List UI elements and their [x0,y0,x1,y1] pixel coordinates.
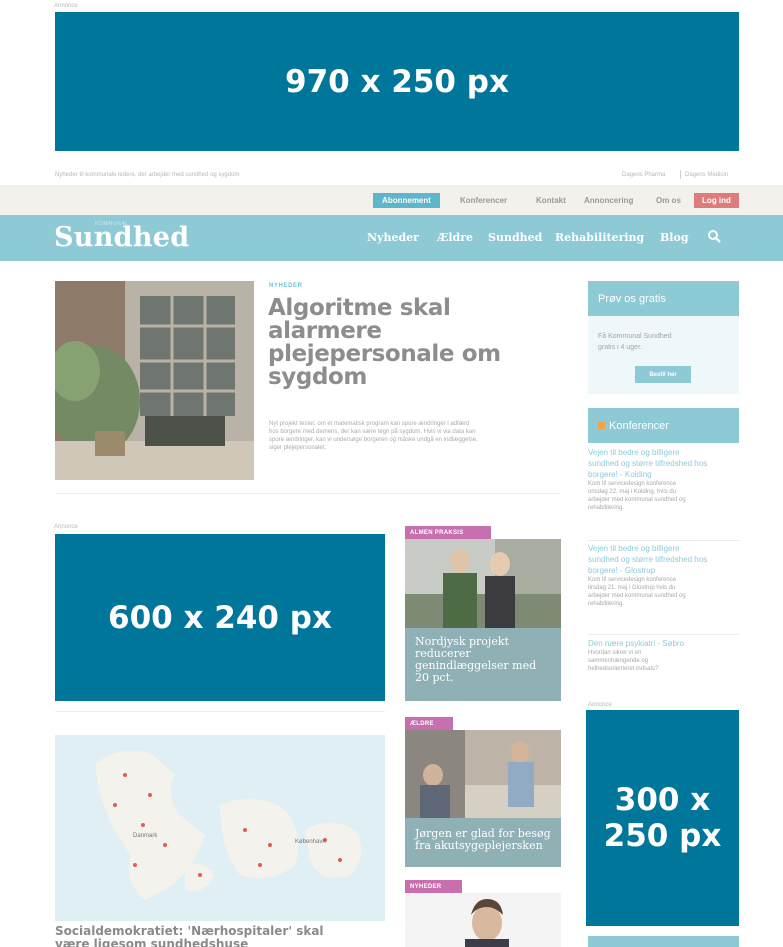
conference-desc-line: arbejder med kommunal sundhed og [588,497,686,503]
nav-news[interactable]: Nyheder [367,231,419,244]
conference-title-line: borgere! - Glostrup [588,566,656,575]
card-tag[interactable]: ÆLDRE [405,717,453,730]
ad-label: Annonce [54,3,78,9]
conference-desc-line: tirsdag 21. maj i Glostrup hvis du [588,585,676,591]
card-caption-line: fra akutsygeplejersken [415,839,543,852]
conference-title-line: borgere! - Kolding [588,470,652,479]
conference-item[interactable]: Den nære psykiatri - Søbro Hvordan sikre… [588,638,743,673]
mid-banner-size: 600 x 240 px [108,599,332,636]
nav-elderly[interactable]: Ældre [437,231,473,244]
trial-text-line: Få Kommunal Sundhed [598,333,672,340]
hero-summary-line: siger plejepersonalet. [269,445,327,451]
card-image-aeldre[interactable] [405,730,561,818]
map-story-title[interactable]: Socialdemokratiet: 'Nærhospitaler' skal … [55,925,385,947]
top-menu-conferences[interactable]: Konferencer [455,193,512,208]
login-button[interactable]: Log ind [694,193,739,208]
conferences-box-title: Konferencer [588,408,739,443]
map-label-copenhagen: København [295,839,326,845]
hero-title-line: alarmere [268,318,382,344]
order-trial-button[interactable]: Bestil her [635,366,691,383]
hero-divider [55,493,561,494]
search-icon[interactable] [707,229,721,243]
sister-site-link-medicin[interactable]: Dagens Medicin [685,172,728,178]
card-caption-line: 20 pct. [415,671,454,684]
conference-title-line: sundhed og større tilfredshed hos [588,459,708,468]
conference-desc-line: sammenhængende og [588,658,649,664]
mid-banner-ad[interactable]: 600 x 240 px [55,534,385,701]
hero-title-line: sygdom [268,364,367,390]
conference-title-line: Vejen til bedre og billigere [588,448,680,457]
hero-title-line: plejepersonale om [268,341,501,367]
hero-summary-line: spore ændringer, kan vi undersøge borger… [269,437,478,443]
mid-divider [55,711,385,712]
conference-desc-line: arbejder med kommunal sundhed og [588,593,686,599]
trial-text-line: gratis i 4 uger. [598,344,642,351]
conference-desc-line: Kom til servicedesign konference [588,481,677,487]
top-menu-about[interactable]: Om os [651,193,686,208]
card-image-nyheder[interactable] [405,893,561,947]
site-tagline: Nyheder til kommunale ledere, der arbejd… [55,172,240,178]
map-story-title-line: være ligesom sundhedshuse [55,937,249,947]
conference-divider [588,634,739,635]
sidebar-next-box [588,936,739,947]
utility-divider [680,170,681,179]
hero-title-line: Algoritme skal [268,295,451,321]
conference-desc-line: rehabilitering. [588,601,625,607]
card-caption[interactable]: Jørgen er glad for besøg fra akutsygeple… [405,818,561,867]
subscribe-button[interactable]: Abonnement [373,193,440,208]
top-banner-size: 970 x 250 px [285,63,509,100]
conference-desc-line: helhedsorienteret indsats? [588,666,659,672]
trial-box: Få Kommunal Sundhed gratis i 4 uger. Bes… [588,316,739,394]
top-banner-ad[interactable]: 970 x 250 px [55,12,739,151]
trial-box-title: Prøv os gratis [588,281,739,316]
conference-desc-line: rehabilitering. [588,505,625,511]
conference-item[interactable]: Vejen til bedre og billigere sundhed og … [588,447,743,512]
card-tag[interactable]: NYHEDER [405,880,462,893]
conference-desc-line: onsdag 22. maj i Kolding, hvis du [588,489,677,495]
ad-label: Annonce [588,702,612,708]
hero-title[interactable]: Algoritme skal alarmere plejepersonale o… [268,297,501,389]
conference-title-line: Den nære psykiatri - Søbro [588,639,685,648]
nav-rehabilitation[interactable]: Rehabilitering [555,231,644,244]
nav-health[interactable]: Sundhed [488,231,542,244]
conference-title-line: sundhed og større tilfredshed hos [588,555,708,564]
site-logo[interactable]: Sundhed [54,222,189,253]
conference-divider [588,540,739,541]
conference-item[interactable]: Vejen til bedre og billigere sundhed og … [588,543,743,608]
conference-title-line: Vejen til bedre og billigere [588,544,680,553]
hero-summary-line: Nyt projekt tester, om et matematisk pro… [269,421,470,427]
card-image-almen-praksis[interactable] [405,539,561,628]
sister-site-link-pharma[interactable]: Dagens Pharma [622,172,665,178]
hero-summary: Nyt projekt tester, om et matematisk pro… [269,420,569,452]
hero-kicker: NYHEDER [269,283,303,289]
side-banner-ad[interactable]: 300 x 250 px [586,710,739,926]
top-menu-contact[interactable]: Kontakt [531,193,571,208]
hero-image[interactable] [50,281,254,480]
rss-icon [598,422,605,429]
map-story-image[interactable]: Danmark København [55,735,385,921]
nav-blog[interactable]: Blog [660,231,689,244]
card-caption[interactable]: Nordjysk projekt reducerer genindlæggels… [405,628,561,701]
card-tag[interactable]: ALMEN PRAKSIS [405,526,491,539]
map-label-denmark: Danmark [133,833,158,839]
hero-summary-line: hos borgere med demens, der kan være teg… [269,429,476,435]
conferences-title: Konferencer [609,419,669,432]
side-banner-size: 300 x 250 px [603,782,722,854]
conference-desc-line: Hvordan sikrer vi en [588,650,642,656]
top-menu-advertising[interactable]: Annoncering [579,193,638,208]
conference-desc-line: Kom til servicedesign konference [588,577,677,583]
ad-label: Annonce [54,524,78,530]
